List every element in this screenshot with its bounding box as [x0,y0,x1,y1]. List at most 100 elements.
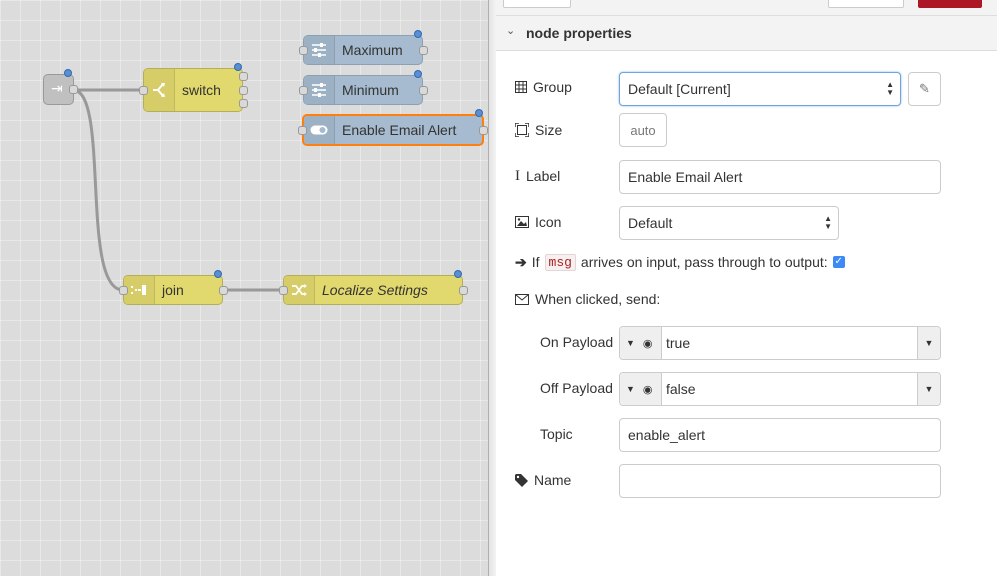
off-payload-type-button[interactable]: ▼ ◉ [620,373,662,405]
group-select-value: Default [Current] [628,81,731,97]
off-payload-row-label: Off Payload [540,378,613,398]
email-alert-switch-node[interactable]: Enable Email Alert [298,109,488,146]
size-value: auto [630,122,656,138]
changed-indicator [214,270,222,278]
text-cursor-icon: I [515,167,520,184]
resize-icon [515,123,529,137]
passthrough-checkbox[interactable]: ✓ [832,256,845,268]
on-payload-value: true [666,335,691,351]
on-payload-typed-input[interactable]: ▼ ◉ true ▼ [619,326,941,360]
node-properties-header[interactable]: ⌄ node properties [496,15,997,51]
icon-select-value: Default [628,215,673,231]
changed-indicator [234,63,242,71]
input-port[interactable] [298,126,307,135]
switch-node[interactable]: switch [139,63,248,112]
minimum-slider-node[interactable]: Minimum [299,70,428,105]
arrow-right-icon: ➔ [515,253,527,270]
output-port[interactable] [419,86,428,95]
topic-row-label: Topic [540,424,573,444]
passthrough-row: ➔ If msg arrives on input, pass through … [515,252,845,272]
tag-icon [515,473,528,487]
tray-shadow [488,0,496,576]
label-label: Label [526,168,561,184]
boolean-type-icon: ◉ [642,337,653,350]
wire-inject-join[interactable] [72,88,124,292]
edit-group-button[interactable]: ✎ [908,72,941,106]
sliders-icon [304,76,335,104]
output-port[interactable] [459,286,468,295]
topic-label: Topic [540,426,573,442]
on-payload-type-button[interactable]: ▼ ◉ [620,327,662,359]
size-button[interactable]: auto [619,113,667,147]
caret-down-icon: ▼ [924,338,934,348]
link-in-node[interactable]: ⇥ [43,69,78,105]
pencil-icon: ✎ [919,81,930,96]
input-port[interactable] [299,86,308,95]
label-row-label: I Label [515,166,560,186]
when-clicked-label: When clicked, send: [535,291,661,307]
changed-indicator [64,69,72,77]
sliders-icon [304,36,335,64]
minimum-node-label: Minimum [342,82,399,98]
toggle-icon [304,116,335,144]
input-port[interactable] [119,286,128,295]
select-arrows-icon: ▲ ▼ [824,214,832,231]
switch-icon [144,69,175,111]
changed-indicator [454,270,462,278]
topic-input[interactable]: enable_alert [619,418,941,452]
changed-indicator [414,30,422,38]
join-node[interactable]: join [119,270,228,305]
node-properties-form: Group Default [Current] ▲ ▼ ✎ Size auto I… [496,51,997,576]
input-port[interactable] [139,86,148,95]
off-payload-dropdown[interactable]: ▼ [917,373,940,405]
passthrough-suffix: arrives on input, pass through to output… [580,254,828,270]
name-input[interactable] [619,464,941,498]
output-port-3[interactable] [239,99,248,108]
output-port[interactable] [219,286,228,295]
section-title: node properties [526,25,632,41]
localize-settings-node[interactable]: Localize Settings [279,270,468,305]
off-payload-value: false [666,381,696,397]
output-port[interactable] [479,126,488,135]
name-label: Name [534,472,572,488]
output-port-2[interactable] [239,86,248,95]
on-payload-label: On Payload [540,334,614,350]
off-payload-label: Off Payload [540,380,613,396]
caret-down-icon: ▼ [626,338,635,348]
join-icon [124,276,155,304]
size-row-label: Size [515,120,562,140]
group-select[interactable]: Default [Current] ▲ ▼ [619,72,901,106]
input-port[interactable] [279,286,288,295]
group-label: Group [533,79,572,95]
output-port-1[interactable] [239,72,248,81]
shuffle-icon [284,276,315,304]
maximum-node-label: Maximum [342,42,403,58]
caret-down-icon: ▼ [924,384,934,394]
tray-toolbar-button[interactable] [503,0,571,8]
caret-down-icon: ▼ [626,384,635,394]
label-input-value: Enable Email Alert [628,169,743,185]
changed-indicator [414,70,422,78]
email-alert-node-label: Enable Email Alert [342,122,457,138]
table-icon [515,81,527,93]
cancel-button[interactable] [828,0,904,8]
link-arrow-icon: ⇥ [51,80,63,96]
off-payload-typed-input[interactable]: ▼ ◉ false ▼ [619,372,941,406]
image-icon [515,216,529,228]
output-port[interactable] [69,85,78,94]
flow-workspace[interactable]: ⇥ switch Maximum Minimum Enable Email Al… [0,0,488,576]
done-button[interactable] [918,0,982,8]
icon-select[interactable]: Default ▲ ▼ [619,206,839,240]
size-label: Size [535,122,563,138]
output-port[interactable] [419,46,428,55]
input-port[interactable] [299,46,308,55]
msg-code: msg [544,253,576,271]
icon-label: Icon [535,214,562,230]
topic-input-value: enable_alert [628,427,706,443]
on-payload-dropdown[interactable]: ▼ [917,327,940,359]
join-node-label: join [162,282,184,298]
label-input[interactable]: Enable Email Alert [619,160,941,194]
name-row-label: Name [515,470,571,490]
changed-indicator [475,109,483,117]
maximum-slider-node[interactable]: Maximum [299,30,428,65]
